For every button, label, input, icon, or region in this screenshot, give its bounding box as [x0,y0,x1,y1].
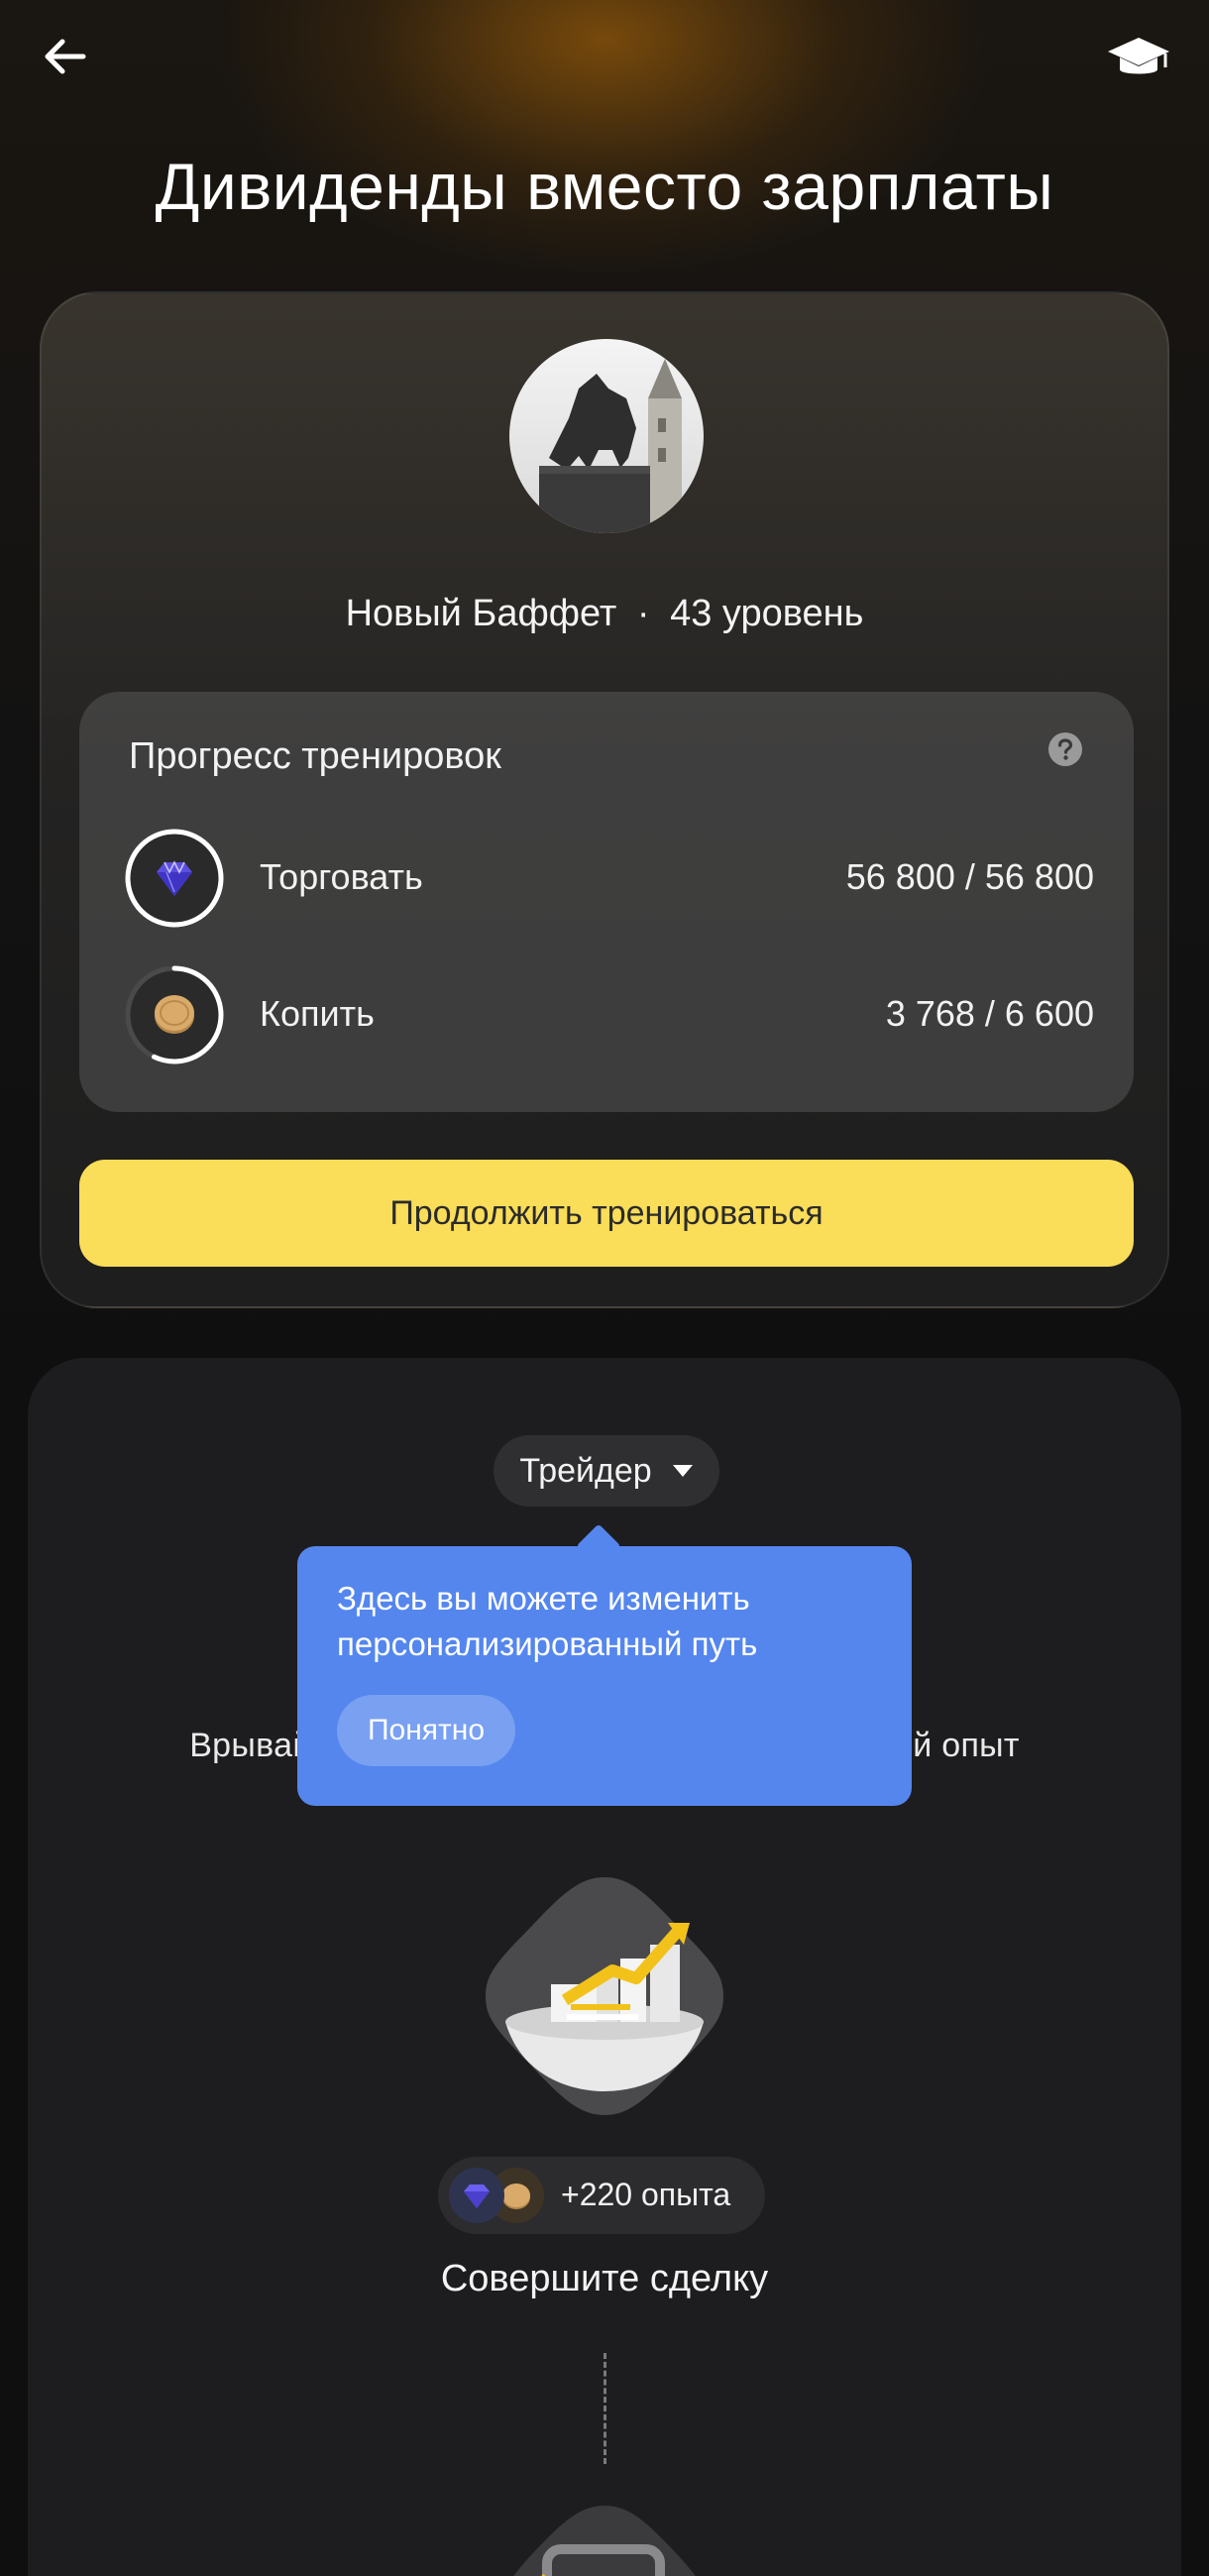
monument-avatar-image [509,339,704,533]
back-button[interactable] [36,30,95,89]
progress-ring [123,827,226,930]
separator: · [636,593,650,634]
trading-chart-illustration [486,1877,723,2115]
arrow-left-icon [45,39,86,74]
progress-ring [123,963,226,1066]
user-name: Новый Баффет [345,593,617,634]
path-connector [604,2353,606,2464]
diamond-icon [449,2168,504,2223]
learning-button[interactable] [1104,28,1173,87]
graduation-cap-icon [1108,38,1169,74]
training-progress: Прогресс тренировок Торговать 56 800 / 5… [79,692,1134,1112]
progress-row-trade[interactable]: Торговать 56 800 / 56 800 [123,827,1094,930]
xp-reward-badge: +220 опыта [438,2157,765,2234]
question-icon [1048,732,1082,766]
onboarding-tooltip: Здесь вы можете изменить персонализирова… [297,1546,912,1806]
next-task-icon [513,2506,696,2576]
row-value: 3 768 / 6 600 [885,993,1094,1034]
task-illustration[interactable] [482,1873,727,2119]
user-level: 43 уровень [670,593,864,634]
profile-card: Новый Баффет · 43 уровень Прогресс трени… [40,291,1169,1308]
row-label: Копить [260,993,375,1034]
continue-training-button[interactable]: Продолжить тренироваться [79,1160,1134,1267]
tooltip-ok-button[interactable]: Понятно [337,1695,515,1766]
task-title[interactable]: Совершите сделку [28,2258,1181,2300]
next-task-illustration[interactable] [486,2498,723,2576]
row-label: Торговать [260,856,423,897]
help-button[interactable] [1047,731,1083,767]
page-title: Дивиденды вместо зарплаты [155,150,1054,223]
role-selector-label: Трейдер [519,1451,652,1490]
xp-reward-text: +220 опыта [561,2177,731,2212]
row-value: 56 800 / 56 800 [845,856,1094,897]
role-selector[interactable]: Трейдер [494,1435,719,1507]
progress-title: Прогресс тренировок [129,735,501,777]
coin-icon [155,995,194,1034]
caret-down-icon [672,1465,693,1477]
user-level-line: Новый Баффет · 43 уровень [42,593,1167,635]
progress-row-save[interactable]: Копить 3 768 / 6 600 [123,963,1094,1066]
tooltip-text: Здесь вы можете изменить персонализирова… [337,1580,758,1662]
avatar[interactable] [509,339,704,533]
